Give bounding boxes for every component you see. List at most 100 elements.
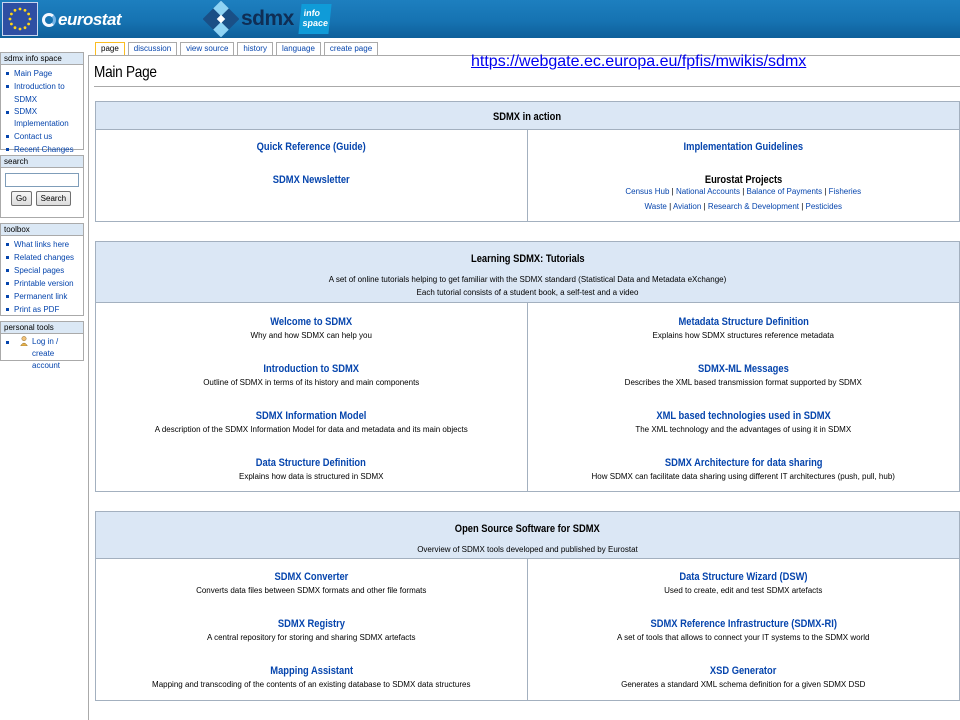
- navigation-portlet: sdmx info space Main Page Introduction t…: [0, 52, 84, 154]
- quick-reference-link[interactable]: Quick Reference (Guide): [257, 140, 366, 154]
- xsd-generator-link[interactable]: XSD Generator: [710, 664, 777, 678]
- sidebar-item-permanent-link[interactable]: Permanent link: [5, 290, 80, 303]
- sdmx-registry-link[interactable]: SDMX Registry: [278, 617, 345, 631]
- eu-flag-icon[interactable]: [2, 2, 38, 36]
- tool-item: SDMX Converter Converts data files betwe…: [96, 567, 527, 597]
- section-title: SDMX in action: [493, 111, 562, 123]
- xml-technologies-link[interactable]: XML based technologies used in SDMX: [656, 409, 830, 423]
- bullet-icon: [6, 282, 9, 285]
- tab-language[interactable]: language: [275, 42, 321, 55]
- tab-create-page[interactable]: create page: [323, 42, 379, 55]
- open-source-software-box: Open Source Software for SDMX Overview o…: [95, 511, 960, 701]
- tab-history[interactable]: history: [237, 42, 273, 55]
- sidebar-item-introduction[interactable]: Introduction to SDMX: [5, 80, 80, 106]
- sidebar-item-implementation[interactable]: SDMX Implementation: [5, 106, 80, 130]
- balance-of-payments-link[interactable]: Balance of Payments: [747, 187, 823, 196]
- item-description: A description of the SDMX Information Mo…: [154, 425, 468, 434]
- sdmx-architecture-link[interactable]: SDMX Architecture for data sharing: [664, 456, 822, 470]
- welcome-to-sdmx-link[interactable]: Welcome to SDMX: [270, 315, 352, 329]
- tool-item: Mapping Assistant Mapping and transcodin…: [96, 661, 527, 691]
- sidebar-item-printable-version[interactable]: Printable version: [5, 277, 80, 290]
- navigation-portlet-title: sdmx info space: [1, 53, 83, 65]
- sdmx-logo[interactable]: sdmx info space: [203, 0, 332, 38]
- item-description: A central repository for storing and sha…: [206, 633, 416, 642]
- sdmx-ri-link[interactable]: SDMX Reference Infrastructure (SDMX-RI): [650, 617, 837, 631]
- page-title: Main Page: [94, 64, 157, 81]
- go-button[interactable]: Go: [11, 191, 32, 206]
- url-link[interactable]: https://webgate.ec.europa.eu/fpfis/mwiki…: [471, 53, 806, 71]
- sidebar-item-what-links-here[interactable]: What links here: [5, 238, 80, 251]
- sidebar-item-recent-changes[interactable]: Recent Changes: [5, 143, 80, 156]
- learning-sdmx-box: Learning SDMX: Tutorials A set of online…: [95, 241, 960, 492]
- personal-tools-portlet: personal tools Log in / create account: [0, 321, 84, 370]
- sidebar-item-print-as-pdf[interactable]: Print as PDF: [5, 303, 80, 316]
- aviation-link[interactable]: Aviation: [673, 202, 701, 211]
- sdmx-logo-icon: [203, 1, 239, 37]
- tab-page[interactable]: page: [95, 42, 125, 55]
- search-portlet-title: search: [1, 156, 83, 168]
- tool-item: XSD Generator Generates a standard XML s…: [528, 661, 960, 691]
- login-link[interactable]: Log in / create account: [5, 336, 80, 372]
- search-portlet: search Go Search: [0, 155, 84, 218]
- tutorial-item: SDMX Information Model A description of …: [96, 406, 527, 436]
- data-structure-wizard-link[interactable]: Data Structure Wizard (DSW): [679, 570, 807, 584]
- introduction-to-sdmx-link[interactable]: Introduction to SDMX: [263, 362, 359, 376]
- tool-item: Data Structure Wizard (DSW) Used to crea…: [528, 567, 960, 597]
- item-description: Describes the XML based transmission for…: [624, 378, 862, 387]
- title-divider: [94, 86, 960, 87]
- mapping-assistant-link[interactable]: Mapping Assistant: [270, 664, 353, 678]
- sidebar-item-special-pages[interactable]: Special pages: [5, 264, 80, 277]
- learning-right-column: Metadata Structure Definition Explains h…: [528, 303, 960, 491]
- section-title: Open Source Software for SDMX: [455, 523, 600, 535]
- sdmx-newsletter-link[interactable]: SDMX Newsletter: [273, 173, 350, 187]
- tutorial-item: SDMX-ML Messages Describes the XML based…: [528, 359, 960, 389]
- sidebar-item-contact-us[interactable]: Contact us: [5, 130, 80, 143]
- pesticides-link[interactable]: Pesticides: [806, 202, 842, 211]
- sidebar: sdmx info space Main Page Introduction t…: [0, 52, 84, 370]
- item-description: Explains how SDMX structures reference m…: [652, 331, 834, 340]
- item-description: Why and how SDMX can help you: [250, 331, 372, 340]
- census-hub-link[interactable]: Census Hub: [625, 187, 669, 196]
- sidebar-item-related-changes[interactable]: Related changes: [5, 251, 80, 264]
- fisheries-link[interactable]: Fisheries: [829, 187, 861, 196]
- sdmx-converter-link[interactable]: SDMX Converter: [274, 570, 348, 584]
- national-accounts-link[interactable]: National Accounts: [676, 187, 740, 196]
- user-icon: [20, 336, 28, 346]
- item-description: The XML technology and the advantages of…: [635, 425, 852, 434]
- bullet-icon: [6, 135, 9, 138]
- tab-view-source[interactable]: view source: [180, 42, 235, 55]
- page-tabs: page discussion view source history lang…: [95, 42, 379, 55]
- oss-left-column: SDMX Converter Converts data files betwe…: [96, 559, 528, 700]
- item-description: A set of tools that allows to connect yo…: [617, 633, 870, 642]
- item-description: Mapping and transcoding of the contents …: [152, 680, 471, 689]
- section-subtitle: Overview of SDMX tools developed and pub…: [417, 545, 638, 554]
- sdmx-information-model-link[interactable]: SDMX Information Model: [256, 409, 367, 423]
- bullet-icon: [6, 269, 9, 272]
- item-description: How SDMX can facilitate data sharing usi…: [591, 472, 895, 481]
- personal-tools-portlet-title: personal tools: [1, 322, 83, 334]
- projects-line-2: Waste | Aviation | Research & Developmen…: [528, 199, 960, 214]
- sdmx-ml-messages-link[interactable]: SDMX-ML Messages: [698, 362, 789, 376]
- search-button[interactable]: Search: [35, 191, 72, 206]
- eurostat-swirl-icon: [42, 13, 56, 27]
- data-structure-definition-link[interactable]: Data Structure Definition: [256, 456, 366, 470]
- tutorial-item: XML based technologies used in SDMX The …: [528, 406, 960, 436]
- tab-discussion[interactable]: discussion: [127, 42, 178, 55]
- search-input[interactable]: [5, 173, 79, 187]
- research-development-link[interactable]: Research & Development: [708, 202, 799, 211]
- open-source-software-header: Open Source Software for SDMX Overview o…: [96, 512, 959, 559]
- eurostat-logo[interactable]: eurostat: [42, 5, 122, 35]
- implementation-guidelines-link[interactable]: Implementation Guidelines: [683, 140, 802, 154]
- bullet-icon: [6, 85, 9, 88]
- item-description: Converts data files between SDMX formats…: [196, 586, 427, 595]
- bullet-icon: [6, 111, 9, 114]
- metadata-structure-definition-link[interactable]: Metadata Structure Definition: [678, 315, 808, 329]
- waste-link[interactable]: Waste: [645, 202, 667, 211]
- tutorial-item: Welcome to SDMX Why and how SDMX can hel…: [96, 312, 527, 342]
- bullet-icon: [6, 295, 9, 298]
- sdmx-in-action-header: SDMX in action: [96, 102, 959, 130]
- site-header: eurostat sdmx info space: [0, 0, 960, 38]
- section-title: Learning SDMX: Tutorials: [470, 253, 585, 265]
- sidebar-item-main-page[interactable]: Main Page: [5, 67, 80, 80]
- item-description: Generates a standard XML schema definiti…: [621, 680, 866, 689]
